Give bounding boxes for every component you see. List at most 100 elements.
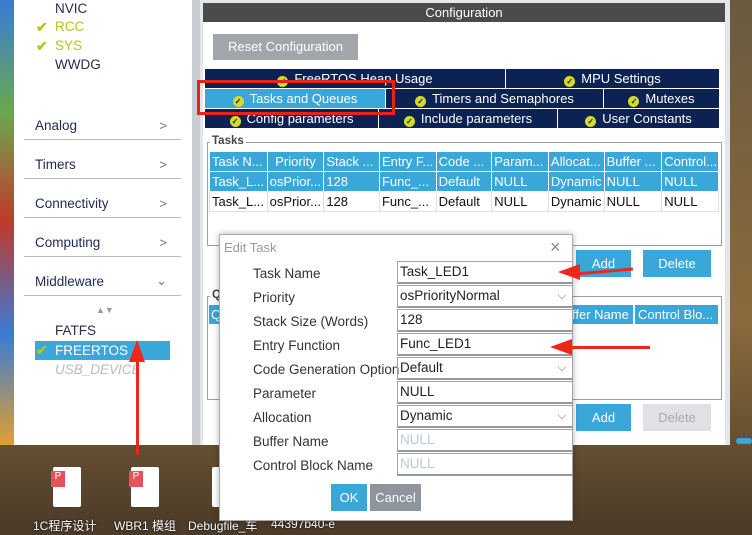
category-middleware[interactable]: Middleware ⌄ bbox=[24, 257, 181, 296]
column-header[interactable]: Stack ... bbox=[323, 151, 380, 172]
priority-label: Priority bbox=[253, 290, 296, 305]
chevron-down-icon: ⌵ bbox=[557, 362, 566, 374]
check-icon: ✔ bbox=[36, 38, 48, 54]
category-computing[interactable]: Computing > bbox=[24, 218, 181, 257]
column-header[interactable]: ffer Name bbox=[572, 305, 633, 324]
cancel-button[interactable]: Cancel bbox=[370, 484, 421, 511]
table-row[interactable]: Task_L... osPrior... 128 Func_... Default NUL… bbox=[209, 191, 719, 212]
middleware-usb-device[interactable]: USB_DEVICE bbox=[55, 362, 140, 377]
category-timers[interactable]: Timers > bbox=[24, 140, 181, 179]
column-header[interactable]: Param... bbox=[491, 151, 549, 172]
category-label: Computing bbox=[35, 235, 101, 250]
table-cell: NULL bbox=[661, 171, 719, 192]
stack-size-input[interactable]: 128 bbox=[397, 309, 573, 332]
code-generation-label: Code Generation Option bbox=[253, 362, 400, 377]
chevron-right-icon: > bbox=[159, 196, 167, 211]
entry-function-input[interactable]: Func_LED1 bbox=[397, 333, 573, 356]
delete-task-button[interactable]: Delete bbox=[643, 250, 711, 277]
tab-mutexes[interactable]: ✓ Mutexes bbox=[604, 89, 720, 109]
reset-configuration-button[interactable]: Reset Configuration bbox=[213, 34, 358, 60]
category-label: Analog bbox=[35, 118, 78, 133]
middleware-freertos-label: FREERTOS bbox=[55, 343, 129, 358]
tasks-group-label: Tasks bbox=[210, 135, 246, 147]
parameter-input[interactable]: NULL bbox=[397, 381, 573, 404]
tab-include-parameters[interactable]: ✓ Include parameters bbox=[379, 109, 558, 129]
periph-wwdg[interactable]: WWDG bbox=[55, 57, 101, 72]
tab-timers-and-semaphores[interactable]: ✓ Timers and Semaphores bbox=[386, 89, 604, 109]
table-cell: Func_... bbox=[378, 171, 437, 192]
chevron-right-icon: > bbox=[159, 118, 167, 133]
arrow-head-icon bbox=[558, 264, 580, 280]
periph-sys[interactable]: SYS bbox=[55, 38, 82, 53]
priority-select[interactable]: osPriorityNormal ⌵ bbox=[397, 285, 573, 308]
chevron-down-icon: ⌵ bbox=[557, 410, 566, 422]
category-analog[interactable]: Analog > bbox=[24, 101, 181, 140]
check-circle-icon: ✓ bbox=[403, 116, 415, 127]
middleware-fatfs[interactable]: FATFS bbox=[55, 323, 96, 338]
panel-divider[interactable] bbox=[192, 0, 200, 445]
allocation-select[interactable]: Dynamic ⌵ bbox=[397, 405, 573, 428]
check-circle-icon: ✓ bbox=[628, 96, 640, 107]
table-cell: Default bbox=[435, 191, 493, 212]
table-cell: NULL bbox=[661, 191, 719, 212]
column-header[interactable]: Allocat... bbox=[547, 151, 605, 172]
table-cell: NULL bbox=[491, 191, 549, 212]
column-header[interactable]: Control... bbox=[661, 151, 719, 172]
ok-button[interactable]: OK bbox=[331, 484, 367, 511]
table-cell: 128 bbox=[323, 171, 380, 192]
allocation-value: Dynamic bbox=[400, 408, 453, 423]
table-cell: Dynamic bbox=[547, 191, 605, 212]
table-cell: NULL bbox=[603, 171, 663, 192]
pdf-file-icon[interactable]: P bbox=[51, 467, 81, 507]
category-label: Connectivity bbox=[35, 196, 109, 211]
priority-value: osPriorityNormal bbox=[400, 288, 500, 303]
pdf-file-icon[interactable]: P bbox=[129, 467, 159, 507]
control-block-name-input[interactable]: NULL bbox=[397, 453, 573, 476]
annotation-arrow bbox=[136, 355, 139, 455]
category-label: Middleware bbox=[35, 274, 105, 289]
periph-nvic[interactable]: NVIC bbox=[55, 1, 87, 16]
annotation-arrow bbox=[570, 346, 650, 349]
table-cell: Default bbox=[435, 171, 493, 192]
parameter-label: Parameter bbox=[253, 386, 317, 401]
buffer-name-input[interactable]: NULL bbox=[397, 429, 573, 452]
check-icon: ✔ bbox=[36, 19, 48, 35]
column-header[interactable]: Entry F... bbox=[378, 151, 437, 172]
entry-function-label: Entry Function bbox=[253, 338, 341, 353]
buffer-name-label: Buffer Name bbox=[253, 434, 329, 449]
stack-size-label: Stack Size (Words) bbox=[253, 314, 369, 329]
tab-mpu-settings[interactable]: ✓ MPU Settings bbox=[506, 69, 720, 89]
chevron-down-icon: ⌄ bbox=[156, 273, 167, 288]
tab-label: Include parameters bbox=[420, 111, 533, 126]
table-cell: NULL bbox=[491, 171, 549, 192]
column-header[interactable]: Priority bbox=[266, 151, 325, 172]
code-generation-value: Default bbox=[400, 360, 443, 375]
table-cell: osPrior... bbox=[266, 191, 325, 212]
tab-user-constants[interactable]: ✓ User Constants bbox=[558, 109, 720, 129]
code-generation-select[interactable]: Default ⌵ bbox=[397, 357, 573, 380]
table-row[interactable]: Task_L... osPrior... 128 Func_... Default NUL… bbox=[209, 171, 719, 192]
sort-icon[interactable]: ▲▼ bbox=[96, 305, 114, 315]
check-circle-icon: ✓ bbox=[415, 96, 427, 107]
desktop-icon-label[interactable]: 1C程序设计 bbox=[33, 517, 96, 534]
column-header[interactable]: Buffer ... bbox=[603, 151, 663, 172]
control-block-name-label: Control Block Name bbox=[253, 458, 374, 473]
column-header[interactable]: Control Blo... bbox=[635, 305, 718, 324]
table-cell: Task_L... bbox=[209, 191, 268, 212]
scrollbar[interactable] bbox=[736, 438, 752, 444]
desktop-icon-label[interactable]: WBR1 模组 bbox=[114, 517, 176, 534]
category-label: Timers bbox=[35, 157, 76, 172]
desktop-edge bbox=[0, 0, 14, 445]
tasks-table: Task N... Priority Stack ... Entry F... Code… bbox=[209, 151, 719, 212]
column-header[interactable]: Task N... bbox=[209, 151, 268, 172]
column-header[interactable]: Code ... bbox=[435, 151, 493, 172]
check-circle-icon: ✓ bbox=[585, 116, 597, 127]
delete-queue-button[interactable]: Delete bbox=[643, 404, 711, 431]
table-cell: 128 bbox=[323, 191, 380, 212]
close-icon[interactable]: × bbox=[550, 237, 561, 258]
periph-rcc[interactable]: RCC bbox=[55, 19, 84, 34]
add-queue-button[interactable]: Add bbox=[576, 404, 631, 431]
category-connectivity[interactable]: Connectivity > bbox=[24, 179, 181, 218]
task-name-input[interactable]: Task_LED1 bbox=[397, 261, 573, 284]
chevron-down-icon: ⌵ bbox=[557, 290, 566, 302]
